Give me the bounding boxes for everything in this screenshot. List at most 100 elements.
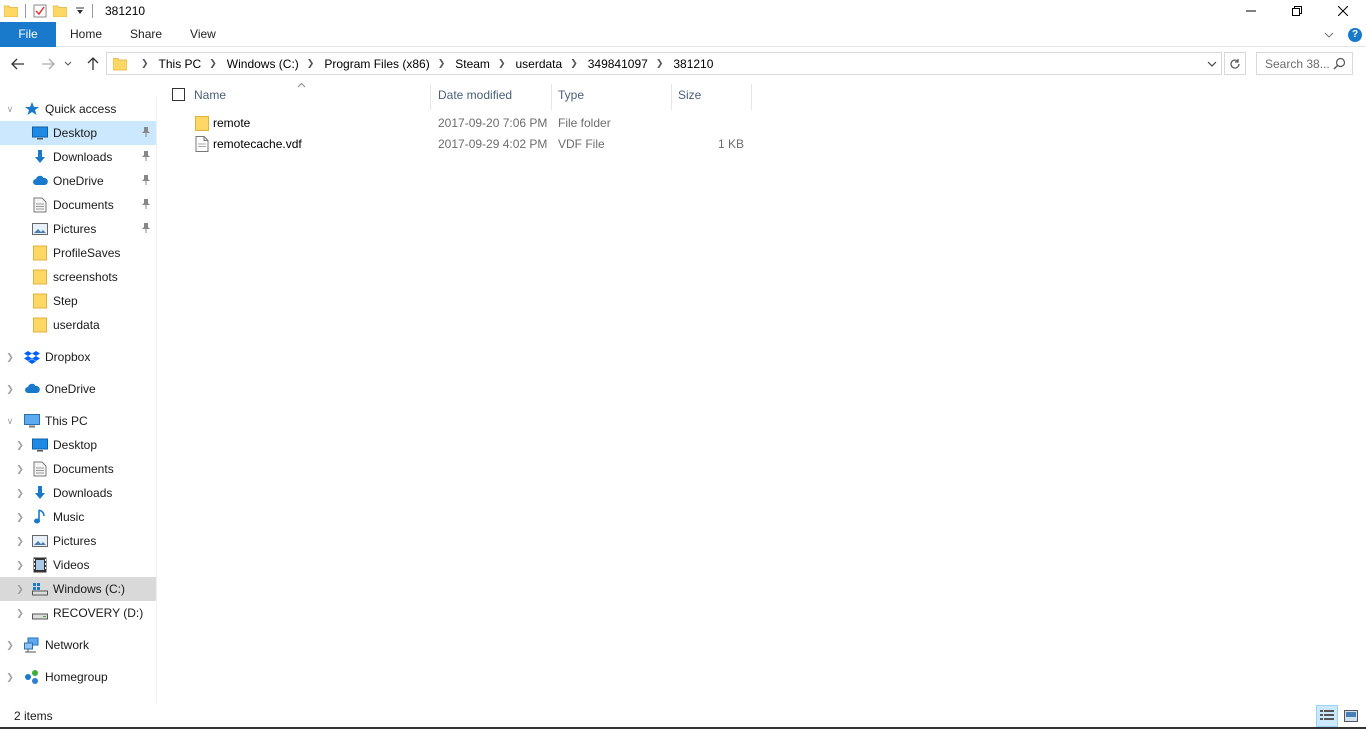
file-name[interactable]: remotecache.vdf (213, 137, 302, 151)
column-divider[interactable] (430, 84, 431, 110)
sidebar-item-quick-access[interactable]: ∨ Quick access (0, 97, 156, 121)
sidebar-item-desktop[interactable]: Desktop (0, 121, 156, 145)
pin-icon[interactable] (141, 198, 153, 212)
sidebar-item-screenshots[interactable]: screenshots (0, 265, 156, 289)
forward-button[interactable] (36, 52, 60, 76)
expand-arrow-icon[interactable]: ❯ (4, 377, 16, 401)
expand-arrow-icon[interactable]: ❯ (14, 553, 26, 577)
customize-toolbar-icon[interactable] (72, 3, 88, 19)
breadcrumb-windows-c[interactable]: Windows (C:) (225, 57, 301, 71)
sidebar-item-downloads-pc[interactable]: ❯ Downloads (0, 481, 156, 505)
pin-icon[interactable] (141, 174, 153, 188)
address-bar[interactable]: ❯ This PC ❯ Windows (C:) ❯ Program Files… (106, 52, 1222, 75)
expand-arrow-icon[interactable]: ❯ (4, 633, 16, 657)
recent-locations-button[interactable] (60, 52, 76, 76)
large-icons-view-button[interactable] (1340, 705, 1362, 727)
folder-icon[interactable] (3, 3, 19, 19)
sidebar-item-pictures-quick[interactable]: Pictures (0, 217, 156, 241)
folder-icon (32, 317, 48, 333)
column-header-size[interactable]: Size (678, 88, 701, 102)
sidebar-item-downloads[interactable]: Downloads (0, 145, 156, 169)
sidebar-item-label: Downloads (53, 486, 113, 500)
sidebar-item-profilesaves[interactable]: ProfileSaves (0, 241, 156, 265)
chevron-right-icon[interactable]: ❯ (564, 58, 586, 69)
tab-home[interactable]: Home (56, 22, 116, 47)
breadcrumb-this-pc[interactable]: This PC (157, 57, 204, 71)
sidebar-item-videos[interactable]: ❯ Videos (0, 553, 156, 577)
column-divider[interactable] (551, 84, 552, 110)
breadcrumb-userdata[interactable]: userdata (513, 57, 564, 71)
column-divider[interactable] (671, 84, 672, 110)
help-icon[interactable]: ? (1348, 27, 1362, 42)
sidebar-item-onedrive[interactable]: ❯ OneDrive (0, 377, 156, 401)
breadcrumb-current[interactable]: 381210 (671, 57, 715, 71)
column-header-type[interactable]: Type (558, 88, 584, 102)
column-headers: Name Date modified Type Size (160, 80, 760, 110)
sidebar-item-pictures[interactable]: ❯ Pictures (0, 529, 156, 553)
file-name[interactable]: remote (213, 116, 250, 130)
sidebar-item-onedrive-quick[interactable]: OneDrive (0, 169, 156, 193)
pin-icon[interactable] (141, 126, 153, 140)
folder-icon (32, 293, 48, 309)
sidebar-item-this-pc[interactable]: ∨ This PC (0, 409, 156, 433)
close-button[interactable] (1320, 0, 1366, 22)
sidebar-item-label: Homegroup (45, 670, 108, 684)
sidebar-item-network[interactable]: ❯ Network (0, 633, 156, 657)
expand-arrow-icon[interactable]: ❯ (14, 577, 26, 601)
minimize-button[interactable] (1228, 0, 1274, 22)
pin-icon[interactable] (141, 150, 153, 164)
expand-arrow-icon[interactable]: ❯ (4, 345, 16, 369)
sidebar-item-desktop-pc[interactable]: ❯ Desktop (0, 433, 156, 457)
sidebar-item-windows-c[interactable]: ❯ Windows (C:) (0, 577, 156, 601)
sidebar-item-label: userdata (53, 318, 100, 332)
expand-arrow-icon[interactable]: ❯ (14, 457, 26, 481)
table-row[interactable]: remote 2017-09-20 7:06 PM File folder (160, 113, 760, 134)
column-header-date[interactable]: Date modified (438, 88, 512, 102)
back-button[interactable] (6, 52, 30, 76)
tab-file[interactable]: File (0, 21, 56, 47)
refresh-button[interactable] (1224, 52, 1246, 75)
sidebar-item-documents[interactable]: ❯ Documents (0, 457, 156, 481)
chevron-right-icon[interactable]: ❯ (650, 58, 672, 69)
sidebar-item-music[interactable]: ❯ Music (0, 505, 156, 529)
column-header-name[interactable]: Name (194, 88, 226, 102)
up-button[interactable] (81, 52, 105, 76)
chevron-right-icon[interactable]: ❯ (432, 58, 454, 69)
expand-arrow-icon[interactable]: ❯ (4, 665, 16, 689)
select-all-checkbox[interactable] (172, 88, 185, 101)
properties-icon[interactable] (32, 3, 48, 19)
details-view-button[interactable] (1316, 705, 1338, 727)
sidebar-item-step[interactable]: Step (0, 289, 156, 313)
pin-icon[interactable] (141, 222, 153, 236)
search-input[interactable]: Search 38... (1256, 52, 1353, 75)
sidebar-item-homegroup[interactable]: ❯ Homegroup (0, 665, 156, 689)
expand-ribbon-icon[interactable] (1324, 28, 1334, 42)
sidebar-item-documents-quick[interactable]: Documents (0, 193, 156, 217)
expand-arrow-icon[interactable]: ❯ (14, 601, 26, 625)
collapse-arrow-icon[interactable]: ∨ (4, 409, 16, 433)
chevron-right-icon[interactable]: ❯ (492, 58, 514, 69)
chevron-right-icon[interactable]: ❯ (203, 58, 225, 69)
breadcrumb-user-id[interactable]: 349841097 (586, 57, 650, 71)
column-divider[interactable] (751, 84, 752, 110)
breadcrumb-program-files[interactable]: Program Files (x86) (322, 57, 431, 71)
expand-arrow-icon[interactable]: ❯ (14, 505, 26, 529)
collapse-arrow-icon[interactable]: ∨ (4, 97, 16, 121)
folder-icon (113, 57, 127, 71)
restore-button[interactable] (1274, 0, 1320, 22)
breadcrumb-steam[interactable]: Steam (453, 57, 492, 71)
sidebar-item-recovery-d[interactable]: ❯ RECOVERY (D:) (0, 601, 156, 625)
sidebar-item-userdata[interactable]: userdata (0, 313, 156, 337)
expand-arrow-icon[interactable]: ❯ (14, 529, 26, 553)
new-folder-icon[interactable] (52, 3, 68, 19)
expand-arrow-icon[interactable]: ❯ (14, 433, 26, 457)
tab-view[interactable]: View (176, 22, 230, 47)
table-row[interactable]: remotecache.vdf 2017-09-29 4:02 PM VDF F… (160, 134, 760, 155)
tab-share[interactable]: Share (116, 22, 176, 47)
search-icon[interactable] (1333, 57, 1346, 73)
expand-arrow-icon[interactable]: ❯ (14, 481, 26, 505)
chevron-right-icon[interactable]: ❯ (135, 58, 157, 69)
address-history-button[interactable] (1203, 53, 1221, 74)
sidebar-item-dropbox[interactable]: ❯ Dropbox (0, 345, 156, 369)
chevron-right-icon[interactable]: ❯ (301, 58, 323, 69)
